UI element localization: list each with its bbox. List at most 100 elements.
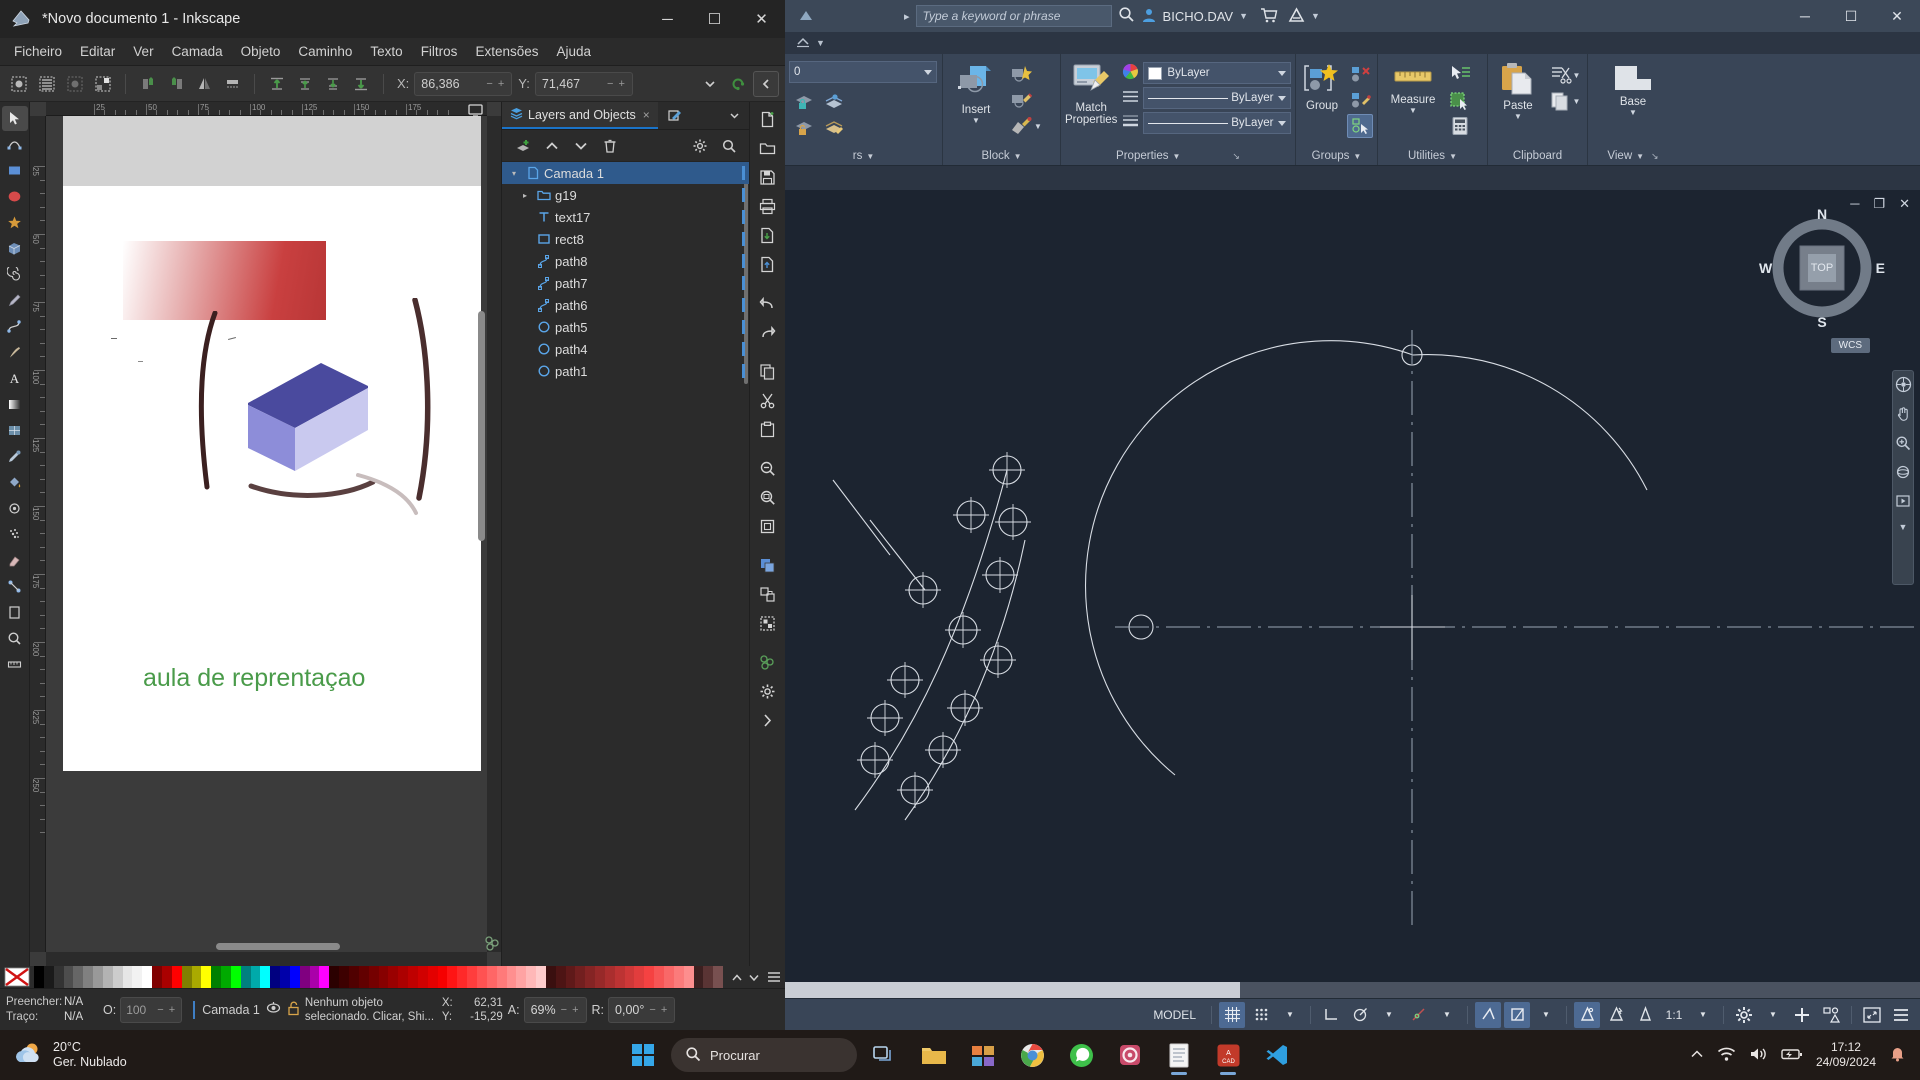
start-button[interactable]: [622, 1034, 664, 1076]
menu-ficheiro[interactable]: Ficheiro: [6, 40, 70, 63]
palette-swatch[interactable]: [309, 966, 320, 988]
ribbon-panel-view-title[interactable]: View ▼ ↘: [1592, 147, 1674, 165]
palette-swatch[interactable]: [161, 966, 172, 988]
palette-swatch[interactable]: [526, 966, 537, 988]
palette-swatch[interactable]: [693, 966, 704, 988]
object-color-caret-icon[interactable]: [1278, 70, 1287, 76]
deselect-icon[interactable]: [62, 71, 88, 97]
canvas-horizontal-scrollbar[interactable]: [216, 943, 340, 950]
match-properties-button[interactable]: Match Properties: [1065, 60, 1117, 126]
ribbon-tab-collapse-icon[interactable]: [795, 35, 811, 51]
cut-icon[interactable]: [754, 387, 782, 414]
palette-swatch[interactable]: [447, 966, 458, 988]
autocad-app-menu-icon[interactable]: [793, 3, 819, 29]
delete-layer-button[interactable]: [597, 134, 622, 158]
zoom-drawing-icon[interactable]: [754, 484, 782, 511]
palette-swatch[interactable]: [565, 966, 576, 988]
snap-controls-icon[interactable]: [483, 934, 501, 952]
palette-swatch[interactable]: [171, 966, 182, 988]
autocad-close-button[interactable]: ✕: [1874, 0, 1920, 32]
palette-swatch[interactable]: [319, 966, 330, 988]
quick-select-icon[interactable]: [1447, 62, 1473, 86]
workspace-switching-icon[interactable]: [1731, 1002, 1757, 1028]
palette-swatch[interactable]: [289, 966, 300, 988]
palette-swatch[interactable]: [270, 966, 281, 988]
objects-panel-icon[interactable]: [754, 649, 782, 676]
rotation-control[interactable]: R: 0,00° − +: [592, 996, 676, 1023]
menu-filtros[interactable]: Filtros: [413, 40, 466, 63]
tool-connector-icon[interactable]: [2, 574, 28, 599]
tool-tweak-icon[interactable]: [2, 496, 28, 521]
tool-selector-icon[interactable]: [1, 106, 28, 131]
cut-icon[interactable]: ▼: [1547, 63, 1583, 87]
tool-zoom-icon[interactable]: [2, 626, 28, 651]
model-space-tab[interactable]: MODEL: [1145, 1008, 1204, 1022]
menu-objeto[interactable]: Objeto: [233, 40, 289, 63]
palette-swatch[interactable]: [181, 966, 192, 988]
layer-row[interactable]: path6: [502, 294, 749, 316]
layers-tree[interactable]: ▾ Camada 1 ▸ g19 text17 rect8 path8 path7 path6 p…: [502, 162, 749, 966]
raise-icon[interactable]: [292, 71, 318, 97]
ribbon-panel-properties-title[interactable]: Properties ▼ ↘: [1065, 147, 1291, 165]
tool-paintbucket-icon[interactable]: [2, 470, 28, 495]
taskbar-word-button[interactable]: [1158, 1034, 1200, 1076]
palette-scroll-arrows[interactable]: [723, 966, 767, 988]
snap-mode-toggle[interactable]: [1248, 1002, 1274, 1028]
polar-tracking-toggle[interactable]: [1347, 1002, 1373, 1028]
invert-selection-icon[interactable]: [90, 71, 116, 97]
palette-swatch[interactable]: [122, 966, 133, 988]
palette-swatch[interactable]: [112, 966, 123, 988]
drawing-canvas[interactable]: aula de reprentaçao: [46, 116, 487, 952]
palette-swatch[interactable]: [102, 966, 113, 988]
viewport-restore-button[interactable]: ❐: [1873, 196, 1885, 212]
palette-swatch[interactable]: [339, 966, 349, 988]
group-icon[interactable]: [754, 610, 782, 637]
palette-swatch[interactable]: [654, 966, 664, 988]
palette-swatch[interactable]: [299, 966, 310, 988]
rotate-cw-icon[interactable]: [163, 71, 189, 97]
search-magnifier-icon[interactable]: [1118, 6, 1135, 26]
tab-layers-and-objects[interactable]: Layers and Objects ×: [502, 102, 658, 129]
lineweight-caret-icon[interactable]: [1278, 120, 1287, 126]
tool-spray-icon[interactable]: [2, 522, 28, 547]
print-document-icon[interactable]: [754, 193, 782, 220]
lineweight-display-toggle[interactable]: [1574, 1001, 1600, 1028]
palette-swatch[interactable]: [93, 966, 103, 988]
layer-combo[interactable]: 0: [789, 61, 937, 83]
linetype-list-icon[interactable]: [1122, 88, 1139, 108]
palette-swatch[interactable]: [358, 966, 369, 988]
tool-calligraphy-icon[interactable]: [2, 340, 28, 365]
lower-icon[interactable]: [320, 71, 346, 97]
y-stepper[interactable]: − +: [607, 78, 626, 90]
viewport-horizontal-scrollbar[interactable]: [785, 982, 1920, 998]
palette-swatch[interactable]: [329, 966, 340, 988]
rotation-stepper[interactable]: − +: [649, 1004, 668, 1016]
palette-swatch[interactable]: [683, 966, 694, 988]
layer-properties-icon[interactable]: [821, 90, 847, 114]
palette-swatch[interactable]: [132, 966, 143, 988]
duplicate-icon[interactable]: [754, 552, 782, 579]
lineweight-list-icon[interactable]: [1122, 113, 1139, 133]
collapse-panel-icon[interactable]: [753, 70, 779, 97]
canvas-gradient-rect[interactable]: [123, 241, 326, 320]
viewcube-east-label[interactable]: E: [1876, 260, 1885, 276]
flip-horizontal-icon[interactable]: [191, 71, 217, 97]
rotate-ccw-icon[interactable]: [135, 71, 161, 97]
quick-calc-area-icon[interactable]: [1447, 88, 1473, 112]
palette-swatch[interactable]: [575, 966, 586, 988]
user-avatar-icon[interactable]: [1141, 7, 1157, 26]
zoom-selection-icon[interactable]: [754, 455, 782, 482]
palette-swatch[interactable]: [191, 966, 202, 988]
inkscape-color-palette[interactable]: [0, 966, 785, 988]
flip-vertical-icon[interactable]: [219, 71, 245, 97]
taskbar-task-view-button[interactable]: [864, 1034, 906, 1076]
osnap-dropdown-icon[interactable]: ▼: [1434, 1002, 1460, 1028]
palette-swatch[interactable]: [240, 966, 251, 988]
search-layers-button[interactable]: [716, 134, 741, 158]
search-expand-arrow-icon[interactable]: ▸: [904, 10, 910, 23]
tray-expand-icon[interactable]: [1690, 1048, 1704, 1063]
tool-eraser-icon[interactable]: [2, 548, 28, 573]
palette-swatch[interactable]: [713, 966, 724, 988]
canvas-path-left[interactable]: [193, 311, 233, 491]
palette-swatch[interactable]: [437, 966, 448, 988]
